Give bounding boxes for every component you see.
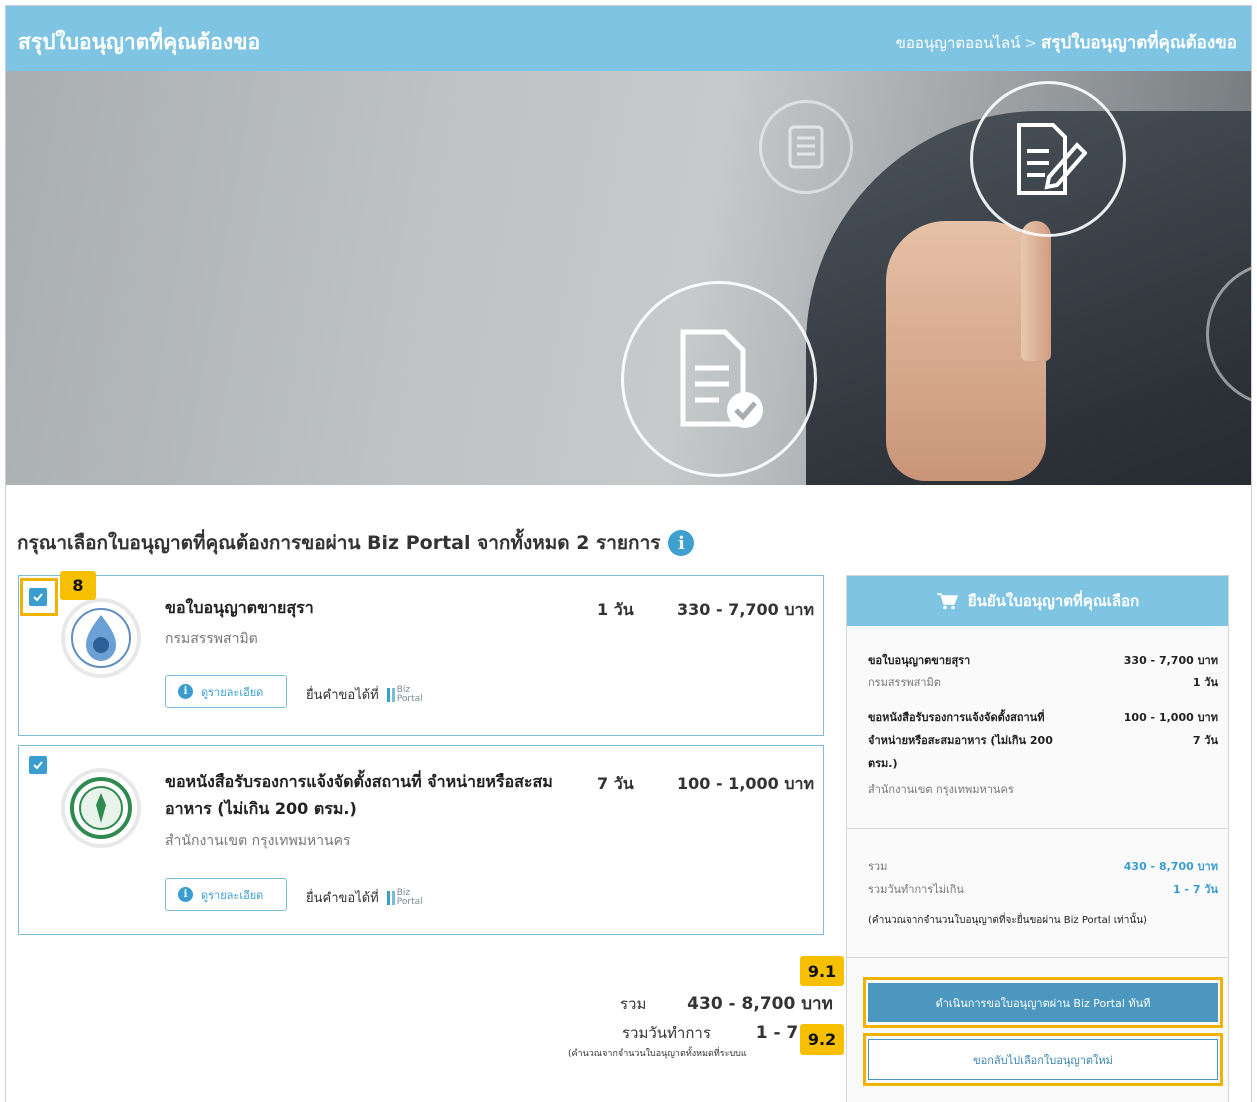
breadcrumb-current: สรุปใบอนุญาตที่คุณต้องขอ	[1040, 33, 1237, 53]
summary-item-title-line3: ตรม.)	[868, 757, 898, 770]
biz-portal-mark	[386, 890, 395, 905]
page-title: สรุปใบอนุญาตที่คุณต้องขอ	[18, 30, 261, 54]
checkmark-icon	[33, 761, 43, 770]
highlight-box-9-1	[863, 977, 1223, 1028]
section-title: กรุณาเลือกใบอนุญาตที่คุณต้องการขอผ่าน Bi…	[17, 528, 695, 558]
license-card: ขอใบอนุญาตขายสุรา กรมสรรพสามิต 1 วัน 330…	[18, 575, 824, 736]
license-agency: สำนักงานเขต กรุงเทพมหานคร	[165, 833, 351, 849]
submit-at: ยื่นคำขอได้ที่ Biz Portal	[306, 684, 423, 705]
summary-item-agency: กรมสรรพสามิต	[868, 676, 941, 689]
summary-item-agency: สำนักงานเขต กรุงเทพมหานคร	[868, 783, 1014, 796]
biz-logo-line2: Portal	[396, 896, 423, 907]
pointing-finger	[1021, 221, 1051, 361]
excise-department-logo	[61, 598, 141, 678]
document-icon	[759, 100, 853, 194]
total-fee-label: รวม	[620, 995, 647, 1013]
total-days-value: 1 - 7	[755, 1023, 799, 1043]
license-card: ขอหนังสือรับรองการแจ้งจัดตั้งสถานที่ จำห…	[18, 745, 824, 935]
license-agency: กรมสรรพสามิต	[165, 631, 258, 647]
cart-icon	[936, 593, 958, 610]
license-title-line2: อาหาร (ไม่เกิน 200 ตรม.)	[165, 799, 357, 818]
summary-header: ยืนยันใบอนุญาตที่คุณเลือก	[847, 576, 1228, 626]
total-days-label: รวมวันทำการ	[622, 1024, 711, 1042]
summary-total-value: 430 - 8,700 บาท	[1123, 860, 1218, 873]
biz-portal-logo: Biz Portal	[386, 888, 423, 907]
summary-note: (คำนวณจากจำนวนใบอนุญาตที่จะยื่นขอผ่าน Bi…	[868, 915, 1147, 926]
license-title-line1: ขอหนังสือรับรองการแจ้งจัดตั้งสถานที่ จำห…	[165, 772, 553, 791]
biz-portal-logo: Biz Portal	[386, 685, 423, 704]
summary-item-days: 1 วัน	[1192, 676, 1218, 689]
license-days: 1 วัน	[597, 600, 634, 619]
summary-days-value: 1 - 7 วัน	[1172, 883, 1218, 896]
license-checkbox[interactable]	[29, 756, 47, 774]
summary-total-label: รวม	[868, 860, 888, 873]
info-icon: i	[178, 887, 193, 902]
highlight-box-8	[20, 578, 58, 616]
submit-at-label: ยื่นคำขอได้ที่	[306, 688, 379, 703]
summary-divider	[847, 957, 1228, 958]
view-details-button[interactable]: i ดูรายละเอียด	[165, 675, 287, 708]
summary-item-days: 7 วัน	[1192, 734, 1218, 747]
view-details-label: ดูรายละเอียด	[201, 685, 264, 699]
info-icon[interactable]: i	[668, 530, 695, 556]
document-check-icon	[621, 281, 817, 477]
summary-days-label: รวมวันทำการไม่เกิน	[868, 883, 964, 896]
summary-item-title: ขอใบอนุญาตขายสุรา	[868, 654, 971, 667]
view-details-label: ดูรายละเอียด	[201, 888, 264, 902]
summary-item-fee: 100 - 1,000 บาท	[1123, 711, 1218, 724]
total-days-row: รวมวันทำการ 1 - 7	[622, 1021, 798, 1045]
submit-at: ยื่นคำขอได้ที่ Biz Portal	[306, 887, 423, 908]
summary-divider	[847, 828, 1228, 829]
license-fee: 330 - 7,700 บาท	[677, 600, 815, 619]
license-fee: 100 - 1,000 บาท	[677, 774, 815, 793]
highlight-box-9-2	[863, 1033, 1223, 1086]
step-marker-9-1: 9.1	[800, 956, 844, 986]
total-fee-value: 430 - 8,700 บาท	[687, 994, 833, 1014]
step-marker-9-2: 9.2	[800, 1024, 844, 1055]
biz-logo-line2: Portal	[396, 693, 423, 704]
summary-item-title-line2: จำหน่ายหรือสะสมอาหาร (ไม่เกิน 200	[868, 734, 1053, 747]
total-fee-row: รวม 430 - 8,700 บาท	[620, 990, 833, 1017]
summary-item-fee: 330 - 7,700 บาท	[1123, 654, 1218, 667]
biz-portal-mark	[386, 687, 395, 702]
view-details-button[interactable]: i ดูรายละเอียด	[165, 878, 287, 911]
section-title-text: กรุณาเลือกใบอนุญาตที่คุณต้องการขอผ่าน Bi…	[17, 532, 661, 554]
top-bar: สรุปใบอนุญาตที่คุณต้องขอ ขออนุญาตออนไลน์…	[6, 6, 1251, 71]
submit-at-label: ยื่นคำขอได้ที่	[306, 891, 379, 906]
breadcrumb-separator: >	[1024, 34, 1037, 52]
breadcrumb: ขออนุญาตออนไลน์ > สรุปใบอนุญาตที่คุณต้องขอ	[896, 29, 1237, 56]
total-note: (คำนวณจากจำนวนใบอนุญาตทั้งหมดที่ระบบแ	[568, 1049, 747, 1059]
summary-item-title-line1: ขอหนังสือรับรองการแจ้งจัดตั้งสถานที่	[868, 711, 1045, 724]
license-title: ขอใบอนุญาตขายสุรา	[165, 598, 314, 617]
info-icon: i	[178, 684, 193, 699]
license-days: 7 วัน	[597, 774, 634, 793]
breadcrumb-link-online-permit[interactable]: ขออนุญาตออนไลน์	[896, 34, 1021, 52]
license-title: ขอหนังสือรับรองการแจ้งจัดตั้งสถานที่ จำห…	[165, 768, 553, 822]
bangkok-metropolitan-logo	[61, 768, 141, 848]
summary-header-label: ยืนยันใบอนุญาตที่คุณเลือก	[967, 592, 1140, 610]
document-edit-icon	[970, 81, 1126, 237]
step-marker-8: 8	[60, 571, 96, 600]
hero-banner	[6, 71, 1251, 485]
